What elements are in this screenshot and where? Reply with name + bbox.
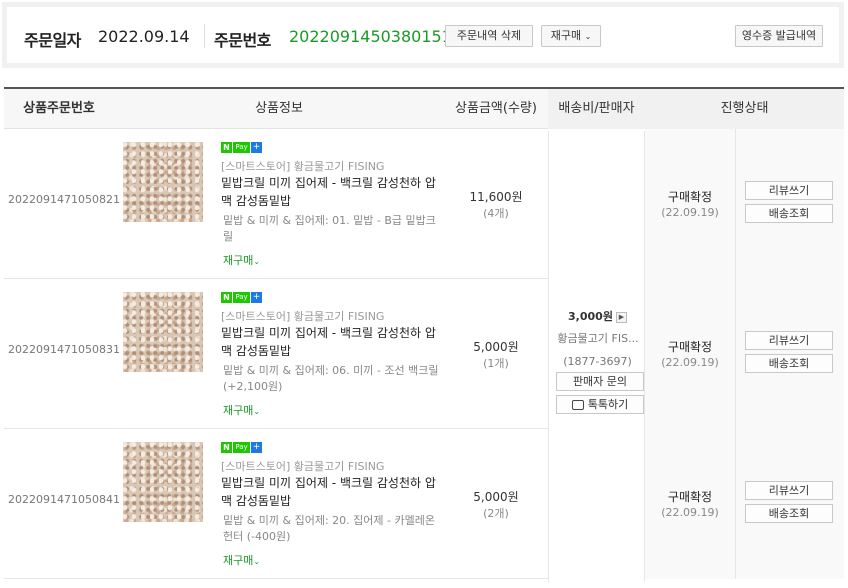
store-name[interactable]: [스마트스토어] 황금물고기 FISING xyxy=(221,158,384,174)
product-thumbnail[interactable] xyxy=(123,442,203,522)
rebuy-link[interactable]: 재구매⌄ xyxy=(223,252,260,268)
rebuy-dropdown-button[interactable]: 재구매 ⌄ xyxy=(541,25,601,47)
col-status: 진행상태 xyxy=(645,89,844,129)
product-name[interactable]: 밑밥크릴 미끼 집어제 - 백크릴 감성천하 압맥 감성돔밑밥 xyxy=(221,174,443,210)
npay-pay-icon: Pay xyxy=(233,442,250,453)
order-number: 2022091450380151 xyxy=(289,27,452,46)
shipping-seller-cell: 3,000원 ▶ 황금물고기 FIS... (1877-3697) 판매자 문의 … xyxy=(548,131,645,582)
order-item-number: 2022091471050821 xyxy=(8,193,120,206)
npay-plus-icon: + xyxy=(251,442,262,453)
col-shipping-seller: 배송비/판매자 xyxy=(548,89,645,129)
store-name[interactable]: [스마트스토어] 황금물고기 FISING xyxy=(221,308,384,324)
item-quantity: (2개) xyxy=(483,507,509,520)
product-option: 밑밥 & 미끼 & 집어제: 20. 집어제 - 카멜레온 헌터 (-400원) xyxy=(223,514,435,543)
item-price: 11,600원 xyxy=(469,190,523,204)
rebuy-dropdown-label: 재구매 xyxy=(550,29,582,42)
table-row: 2022091471050831 N Pay + [스마트스토어] 황금물고기 … xyxy=(4,279,844,429)
chevron-down-icon: ⌄ xyxy=(253,407,261,416)
product-thumbnail[interactable] xyxy=(123,142,203,222)
npay-pay-icon: Pay xyxy=(233,142,250,153)
npay-badge: N Pay + xyxy=(221,292,262,303)
rebuy-link[interactable]: 재구매⌄ xyxy=(223,552,260,568)
talk-talk-button[interactable]: 톡톡하기 xyxy=(556,395,644,414)
chevron-right-icon[interactable]: ▶ xyxy=(615,311,627,323)
talk-talk-label: 톡톡하기 xyxy=(587,398,629,411)
product-name[interactable]: 밑밥크릴 미끼 집어제 - 백크릴 감성천하 압맥 감성돔밑밥 xyxy=(221,324,443,360)
col-product-info: 상품정보 xyxy=(255,101,303,116)
track-delivery-button[interactable]: 배송조회 xyxy=(745,504,833,523)
seller-phone: (1877-3697) xyxy=(563,355,632,368)
status-divider xyxy=(735,129,736,279)
product-thumbnail[interactable] xyxy=(123,292,203,372)
product-option: 밑밥 & 미끼 & 집어제: 01. 밑밥 - B급 밑밥크릴 xyxy=(223,214,436,243)
order-items-table: 상품주문번호 상품정보 상품금액(수량) 배송비/판매자 진행상태 202209… xyxy=(4,87,844,582)
seller-name[interactable]: 황금물고기 FIS... xyxy=(553,330,643,346)
header-divider xyxy=(204,24,205,48)
shipping-fee-value: 3,000원 xyxy=(568,310,613,323)
table-row: 2022091471050841 N Pay + [스마트스토어] 황금물고기 … xyxy=(4,429,844,579)
chevron-down-icon: ⌄ xyxy=(253,257,261,266)
npay-plus-icon: + xyxy=(251,142,262,153)
receipt-history-button[interactable]: 영수증 발급내역 xyxy=(735,25,823,47)
status-divider xyxy=(735,279,736,429)
write-review-button[interactable]: 리뷰쓰기 xyxy=(745,181,833,200)
track-delivery-button[interactable]: 배송조회 xyxy=(745,204,833,223)
order-date-label: 주문일자 xyxy=(24,31,81,50)
status-text: 구매확정 xyxy=(667,340,713,354)
table-header: 상품주문번호 상품정보 상품금액(수량) 배송비/판매자 진행상태 xyxy=(4,89,844,129)
item-price: 5,000원 xyxy=(473,490,519,504)
product-option: 밑밥 & 미끼 & 집어제: 06. 미끼 - 조선 백크릴 (+2,100원) xyxy=(223,364,439,393)
table-row: 2022091471050821 N Pay + [스마트스토어] 황금물고기 … xyxy=(4,129,844,279)
rebuy-link[interactable]: 재구매⌄ xyxy=(223,402,260,418)
status-date: (22.09.19) xyxy=(661,506,719,519)
npay-pay-icon: Pay xyxy=(233,292,250,303)
status-divider xyxy=(735,429,736,579)
shipping-fee: 3,000원 ▶ xyxy=(549,308,646,324)
status-text: 구매확정 xyxy=(667,190,713,204)
order-header: 주문일자 2022.09.14 주문번호 2022091450380151 주문… xyxy=(2,2,844,68)
chat-bubble-icon xyxy=(571,400,584,410)
npay-badge: N Pay + xyxy=(221,442,262,453)
rebuy-label: 재구매 xyxy=(223,404,254,417)
write-review-button[interactable]: 리뷰쓰기 xyxy=(745,481,833,500)
item-quantity: (4개) xyxy=(483,207,509,220)
store-name[interactable]: [스마트스토어] 황금물고기 FISING xyxy=(221,458,384,474)
npay-plus-icon: + xyxy=(251,292,262,303)
product-name[interactable]: 밑밥크릴 미끼 집어제 - 백크릴 감성천하 압맥 감성돔밑밥 xyxy=(221,474,443,510)
status-text: 구매확정 xyxy=(667,490,713,504)
item-price: 5,000원 xyxy=(473,340,519,354)
chevron-down-icon: ⌄ xyxy=(584,32,592,41)
npay-n-icon: N xyxy=(221,292,232,303)
npay-badge: N Pay + xyxy=(221,142,262,153)
rebuy-label: 재구매 xyxy=(223,254,254,267)
status-date: (22.09.19) xyxy=(661,356,719,369)
order-date: 2022.09.14 xyxy=(98,27,190,46)
col-order-item-no: 상품주문번호 xyxy=(23,101,95,116)
npay-n-icon: N xyxy=(221,142,232,153)
rebuy-label: 재구매 xyxy=(223,554,254,567)
track-delivery-button[interactable]: 배송조회 xyxy=(745,354,833,373)
write-review-button[interactable]: 리뷰쓰기 xyxy=(745,331,833,350)
order-item-number: 2022091471050841 xyxy=(8,493,120,506)
item-quantity: (1개) xyxy=(483,357,509,370)
delete-order-button[interactable]: 주문내역 삭제 xyxy=(445,25,533,47)
col-price-qty: 상품금액(수량) xyxy=(455,101,537,116)
status-date: (22.09.19) xyxy=(661,206,719,219)
seller-inquiry-button[interactable]: 판매자 문의 xyxy=(556,372,644,391)
order-item-number: 2022091471050831 xyxy=(8,343,120,356)
npay-n-icon: N xyxy=(221,442,232,453)
order-number-label: 주문번호 xyxy=(214,31,271,50)
chevron-down-icon: ⌄ xyxy=(253,557,261,566)
